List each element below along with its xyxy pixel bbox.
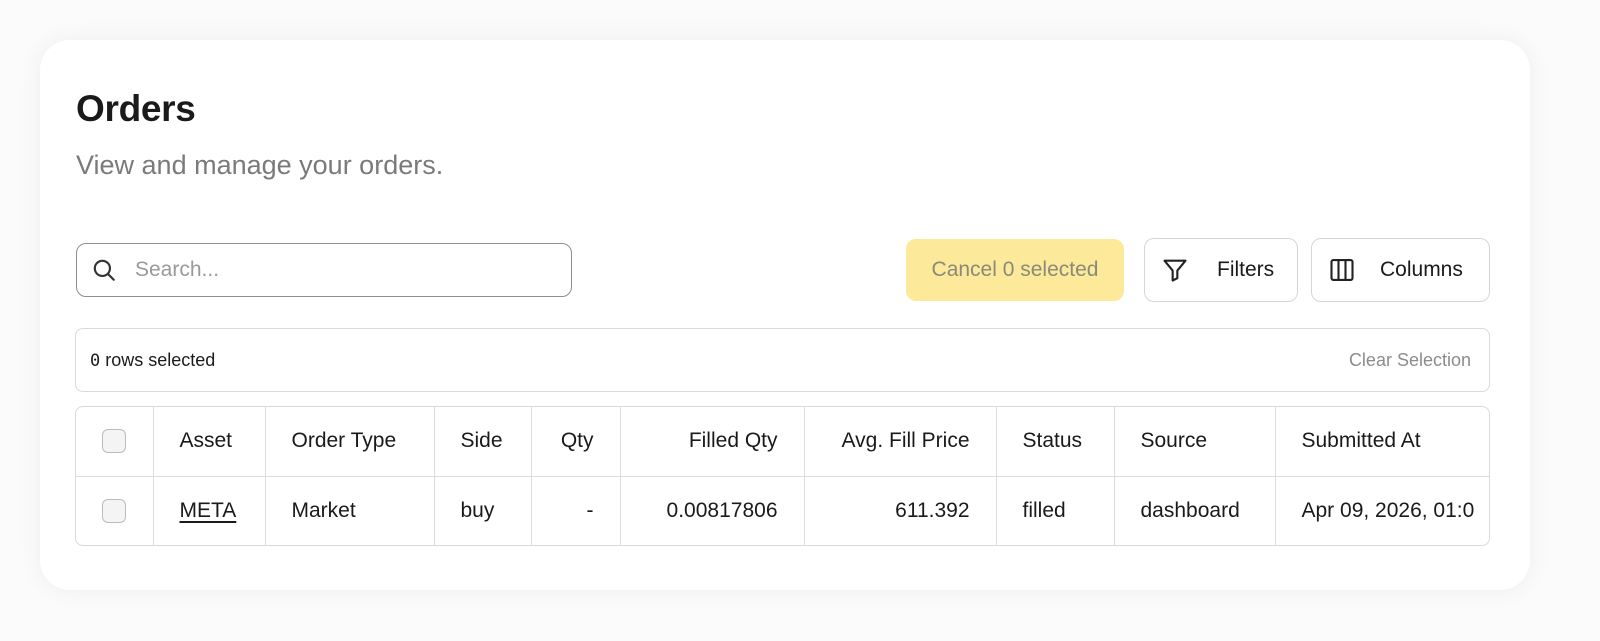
select-all-checkbox[interactable] xyxy=(102,429,127,454)
columns-icon xyxy=(1330,259,1354,281)
cell-order-type: Market xyxy=(265,476,435,545)
column-header-asset[interactable]: Asset xyxy=(153,407,266,477)
column-header-filled-qty[interactable]: Filled Qty xyxy=(620,407,805,477)
table-row: META Market buy - 0.00817806 611.392 fil… xyxy=(76,476,1489,545)
cancel-selected-button[interactable]: Cancel 0 selected xyxy=(906,239,1124,301)
cell-submitted-at: Apr 09, 2026, 01:0 xyxy=(1275,476,1489,545)
table-header-row: Asset Order Type Side Qty Filled Qty Avg… xyxy=(76,407,1489,477)
column-header-submitted-at[interactable]: Submitted At xyxy=(1275,407,1489,477)
clear-selection-button[interactable]: Clear Selection xyxy=(1349,350,1471,371)
columns-button[interactable]: Columns xyxy=(1311,238,1490,302)
rows-selected-text: 0 rows selected xyxy=(90,350,215,371)
cell-status: filled xyxy=(996,476,1115,545)
filters-button-label: Filters xyxy=(1217,258,1275,281)
search-box[interactable] xyxy=(76,243,572,297)
column-header-status[interactable]: Status xyxy=(996,407,1115,477)
page-subtitle: View and manage your orders. xyxy=(76,150,444,180)
page-title: Orders xyxy=(76,88,196,129)
search-icon xyxy=(93,259,115,281)
selection-bar: 0 rows selected Clear Selection xyxy=(75,328,1490,392)
cell-avg-fill-price: 611.392 xyxy=(804,476,997,545)
rows-selected-count: 0 xyxy=(90,350,101,371)
columns-button-label: Columns xyxy=(1380,258,1463,281)
search-input[interactable] xyxy=(135,258,535,282)
column-header-avg-fill-price[interactable]: Avg. Fill Price xyxy=(804,407,997,477)
select-all-cell xyxy=(76,407,154,477)
asset-link[interactable]: META xyxy=(180,499,237,522)
rows-selected-suffix: rows selected xyxy=(100,349,216,370)
column-header-source[interactable]: Source xyxy=(1114,407,1276,477)
orders-table: Asset Order Type Side Qty Filled Qty Avg… xyxy=(75,406,1490,546)
filter-funnel-icon xyxy=(1163,259,1187,282)
cell-source: dashboard xyxy=(1114,476,1276,545)
column-header-side[interactable]: Side xyxy=(434,407,532,477)
row-checkbox[interactable] xyxy=(102,498,127,523)
cell-side: buy xyxy=(434,476,532,545)
orders-card: Orders View and manage your orders. Canc… xyxy=(40,40,1530,590)
cell-filled-qty: 0.00817806 xyxy=(620,476,805,545)
row-select-cell xyxy=(76,476,154,545)
column-header-order-type[interactable]: Order Type xyxy=(265,407,435,477)
column-header-qty[interactable]: Qty xyxy=(531,407,621,477)
cell-qty: - xyxy=(531,476,621,545)
filters-button[interactable]: Filters xyxy=(1144,238,1298,302)
cell-asset: META xyxy=(153,476,266,545)
